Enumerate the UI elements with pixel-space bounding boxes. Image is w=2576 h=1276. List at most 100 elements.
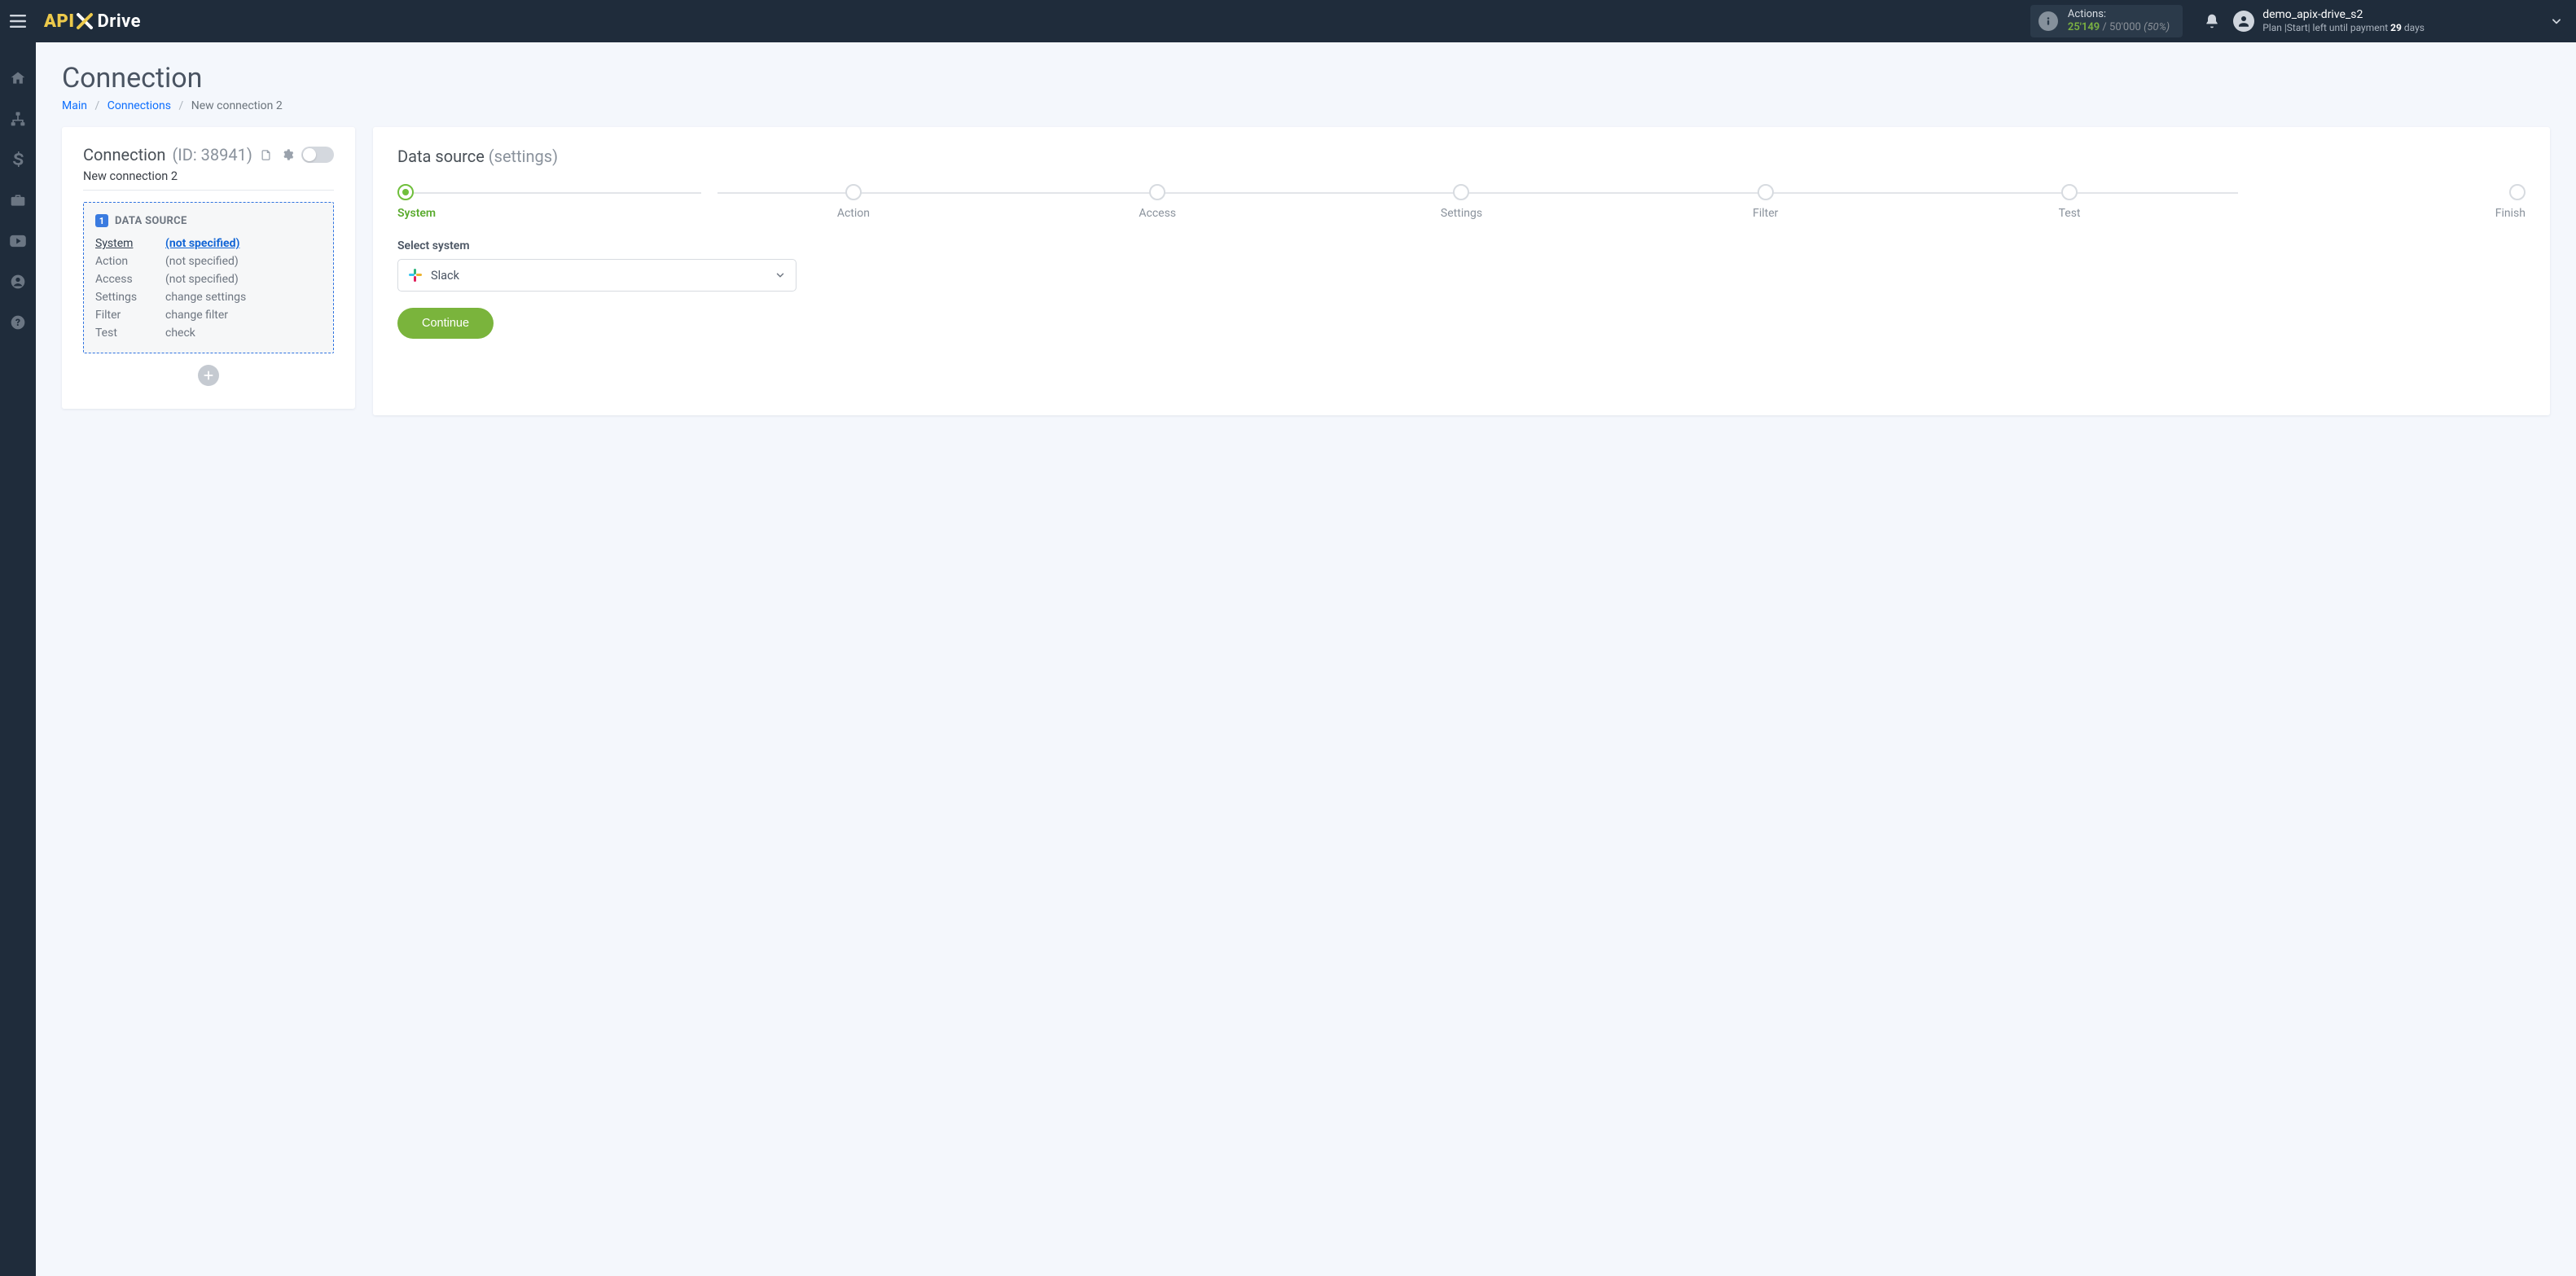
ds-row-value[interactable]: change settings [165,291,322,304]
step-filter[interactable]: Filter [1613,184,1917,220]
plus-icon [203,370,214,381]
brand-logo[interactable]: API Drive [44,11,141,32]
add-destination-button[interactable] [198,365,219,386]
step-system[interactable]: System [397,184,701,220]
actions-limit: 50'000 [2109,21,2141,33]
actions-used: 25'149 [2068,21,2100,33]
hamburger-icon [10,15,26,28]
step-label: Test [2059,207,2081,220]
stepper: System Action Access Settings Filter Test Fini… [397,184,2526,220]
topbar-caret-button[interactable] [2547,15,2566,27]
data-source-settings-title: Data source (settings) [397,147,2526,166]
step-finish[interactable]: Finish [2222,184,2526,220]
step-line [406,192,701,194]
ds-row-key[interactable]: Settings [95,291,165,304]
brand-drive: Drive [97,11,141,32]
step-action[interactable]: Action [701,184,1005,220]
actions-pill[interactable]: Actions: 25'149 / 50'000 (50%) [2030,5,2183,37]
user-plan: Plan |Start| left until payment 29 days [2262,22,2425,34]
user-lines: demo_apix-drive_s2 Plan |Start| left unt… [2262,8,2425,35]
plan-name: Start [2287,22,2308,33]
user-circle-icon [10,274,26,290]
step-label: Access [1139,207,1176,220]
step-line [1630,192,1933,194]
nav-briefcase[interactable] [7,189,29,212]
actions-label: Actions: [2068,8,2170,21]
step-label: System [397,207,436,220]
ds-row-key[interactable]: Access [95,273,165,286]
plan-prefix: Plan | [2262,22,2287,33]
connection-card-title: Connection [83,145,165,164]
topbar-left: API Drive [0,0,141,42]
svg-text:?: ? [15,317,20,328]
breadcrumb-main[interactable]: Main [62,99,87,112]
ds-row-value[interactable]: (not specified) [165,237,322,250]
step-dot [397,184,414,200]
nav-home[interactable] [7,67,29,90]
step-dot [2509,184,2526,200]
data-source-head: 1 DATA SOURCE [95,214,322,227]
user-icon [2236,14,2251,29]
step-dot [2061,184,2078,200]
ds-row-value[interactable]: change filter [165,309,322,322]
ds-row-value[interactable]: (not specified) [165,273,322,286]
copy-button[interactable] [259,147,274,162]
settings-button[interactable] [280,147,295,162]
select-system-dropdown[interactable]: Slack [397,259,796,292]
step-label: Finish [2495,207,2526,220]
youtube-icon [9,235,27,248]
step-settings[interactable]: Settings [1310,184,1613,220]
file-icon [260,149,272,161]
step-label: Settings [1441,207,1482,220]
gear-icon [281,148,294,161]
ds-row-value[interactable]: check [165,327,322,340]
info-icon [2038,11,2058,31]
connection-id: (ID: 38941) [172,145,252,164]
hamburger-button[interactable] [0,0,36,42]
ds-row-key[interactable]: Action [95,255,165,268]
dropdown-chevron [775,270,786,281]
actions-values: 25'149 / 50'000 (50%) [2068,21,2170,34]
step-label: Filter [1753,207,1778,220]
topbar: API Drive Actions: 25'149 / 50'000 (50%) [0,0,2576,42]
sitemap-icon [10,111,26,127]
step-access[interactable]: Access [1006,184,1310,220]
data-source-badge: 1 [95,214,108,227]
step-label: Action [837,207,870,220]
step-dot [1758,184,1774,200]
slack-icon [408,268,423,283]
ds-row-key[interactable]: System [95,237,165,250]
connection-enabled-toggle[interactable] [301,147,334,163]
nav-video[interactable] [7,230,29,252]
breadcrumb-sep: / [178,99,183,112]
page-title: Connection [62,62,2550,94]
notifications-button[interactable] [2197,7,2227,36]
step-line [1022,192,1326,194]
user-block[interactable]: demo_apix-drive_s2 Plan |Start| left unt… [2233,8,2425,35]
nav-account[interactable] [7,270,29,293]
nav-help[interactable]: ? [7,311,29,334]
nav-connections[interactable] [7,107,29,130]
home-icon [10,70,26,86]
brand-api: API [44,11,74,32]
actions-text: Actions: 25'149 / 50'000 (50%) [2068,8,2170,35]
connection-name: New connection 2 [83,169,334,191]
data-source-heading: DATA SOURCE [115,215,187,227]
dollar-icon [12,151,24,168]
content: Connection Main / Connections / New conn… [36,42,2576,1276]
ds-row-key[interactable]: Filter [95,309,165,322]
step-test[interactable]: Test [1917,184,2221,220]
nav-billing[interactable] [7,148,29,171]
bell-icon [2204,13,2220,29]
ds-row-value[interactable]: (not specified) [165,255,322,268]
select-system-label: Select system [397,239,2526,252]
continue-button[interactable]: Continue [397,308,494,339]
chevron-down-icon [775,270,786,281]
ds-row-key[interactable]: Test [95,327,165,340]
chevron-down-icon [2551,15,2562,27]
briefcase-icon [10,192,26,208]
plan-days: 29 [2390,22,2402,33]
ds-title-suffix: (settings) [489,147,558,166]
breadcrumb-connections[interactable]: Connections [108,99,171,112]
step-line [1326,192,1630,194]
